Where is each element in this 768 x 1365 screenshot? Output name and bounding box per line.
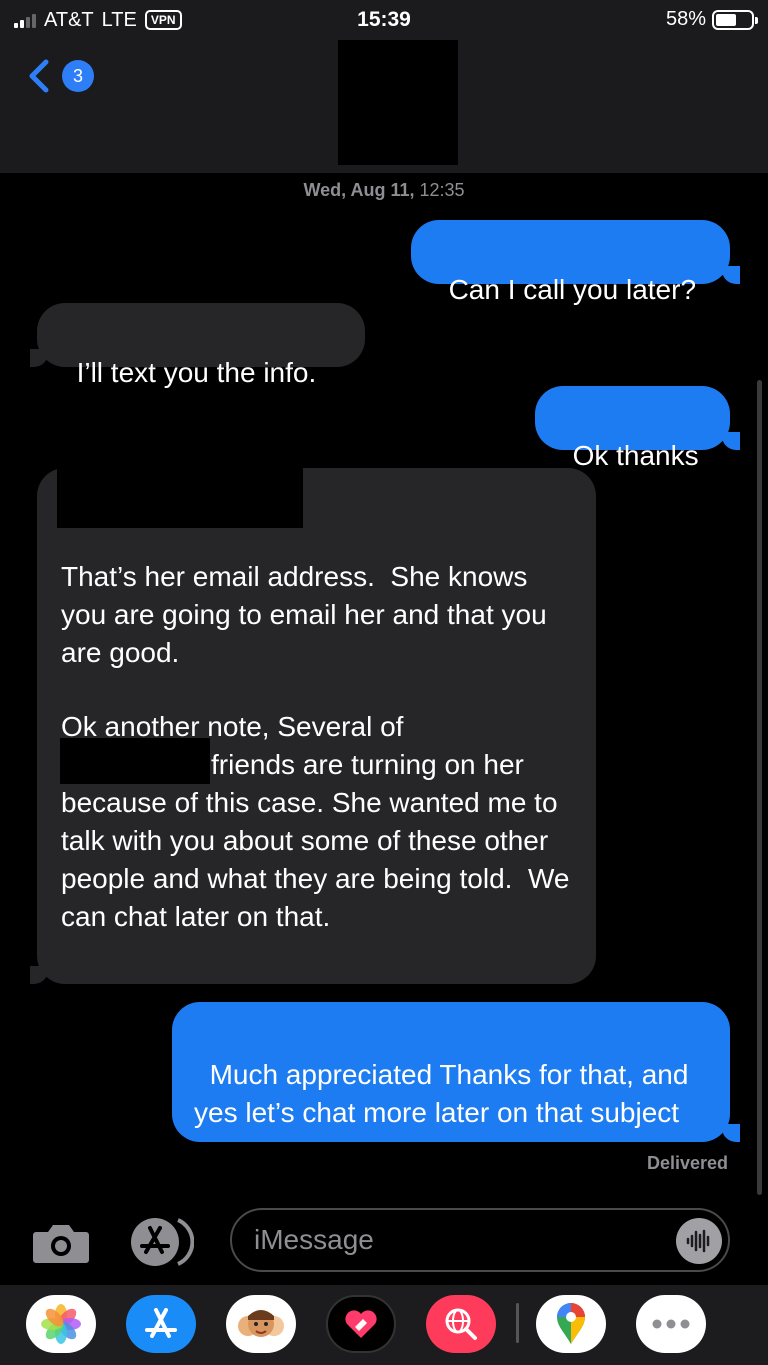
waveform-icon (686, 1229, 710, 1253)
message-text: Ok thanks (572, 440, 699, 471)
back-button[interactable]: 3 (20, 56, 94, 96)
bubble-tail (722, 432, 740, 450)
photos-icon[interactable] (26, 1295, 96, 1353)
bubble-tail (722, 1124, 740, 1142)
input-bar: iMessage (0, 1200, 768, 1285)
timestamp-time: 12:35 (419, 180, 465, 200)
photos-flower-icon (41, 1304, 81, 1344)
input-placeholder: iMessage (254, 1224, 374, 1255)
ellipsis-icon (652, 1319, 690, 1329)
message-bubble-received[interactable]: That’s her email address. She knows you … (37, 468, 596, 984)
message-bubble-received[interactable]: I’ll text you the info. (37, 303, 365, 388)
bubble-tail (30, 966, 48, 984)
message-text: That’s her email address. She knows you … (61, 561, 555, 668)
message-bubble-sent[interactable]: Can I call you later? (411, 220, 730, 305)
redacted-contact-avatar (338, 40, 458, 165)
battery-icon (712, 9, 758, 30)
memoji-faces-icon (238, 1310, 284, 1337)
audio-message-icon[interactable] (676, 1218, 722, 1264)
web-images-icon[interactable] (426, 1295, 496, 1353)
app-store-a-icon (145, 1308, 177, 1338)
message-bubble-sent[interactable]: Ok thanks (535, 386, 730, 471)
redacted-email-address (57, 468, 303, 528)
unread-count-badge: 3 (62, 60, 94, 92)
app-store-button-icon[interactable] (128, 1216, 194, 1268)
bubble-tail (30, 349, 48, 367)
app-store-icon[interactable] (126, 1295, 196, 1353)
imessage-input[interactable]: iMessage (230, 1208, 730, 1272)
message-text: I’ll text you the info. (76, 357, 317, 388)
delivery-status: Delivered (646, 1153, 728, 1173)
bubble-tail (722, 266, 740, 284)
google-maps-icon[interactable] (536, 1295, 606, 1353)
more-icon[interactable] (636, 1295, 706, 1353)
battery-percentage: 58% (665, 8, 706, 30)
scrollbar[interactable] (757, 380, 762, 1195)
status-time: 15:39 (357, 8, 411, 31)
timestamp-day: Wed, Aug 11, (303, 180, 415, 200)
message-text: Much appreciated Thanks for that, and ye… (194, 1059, 697, 1128)
message-text: Can I call you later? (448, 274, 697, 305)
app-drawer (0, 1285, 768, 1365)
drawer-divider (516, 1303, 519, 1343)
status-bar-right: 58% (665, 8, 758, 31)
map-pin-icon (557, 1303, 585, 1344)
heart-icon (345, 1310, 377, 1338)
message-text: friends are turning on her because of th… (61, 749, 578, 932)
digital-touch-icon[interactable] (326, 1295, 396, 1353)
globe-search-icon (445, 1308, 477, 1340)
conversation-timestamp: Wed, Aug 11, 12:35 (0, 180, 768, 201)
conversation-header: AT&T LTE VPN 15:39 58% 3 (0, 0, 768, 173)
camera-icon[interactable] (32, 1222, 90, 1264)
chevron-left-icon (29, 59, 49, 93)
memoji-icon[interactable] (226, 1295, 296, 1353)
message-bubble-sent[interactable]: Much appreciated Thanks for that, and ye… (172, 1002, 730, 1142)
